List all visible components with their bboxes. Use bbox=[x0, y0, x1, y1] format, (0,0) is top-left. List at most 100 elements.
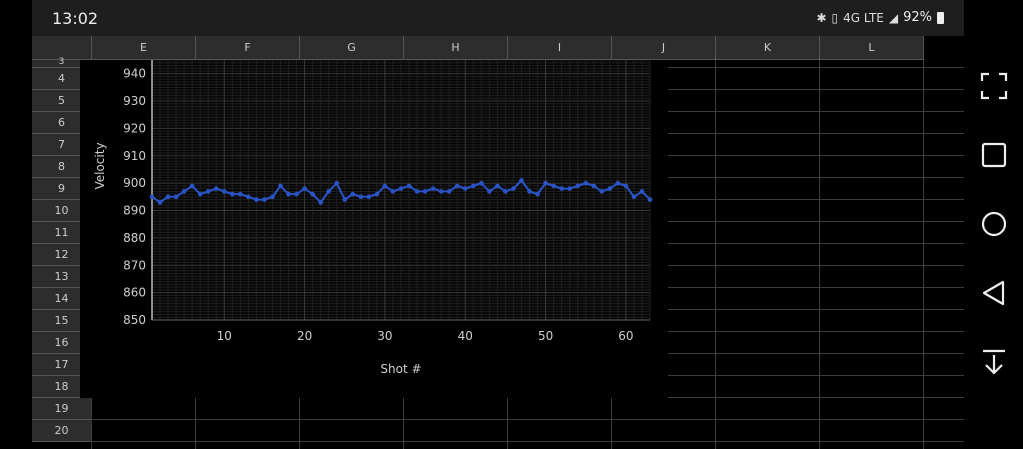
vibrate-icon: ▯ bbox=[831, 10, 839, 25]
battery-percent: 92% bbox=[903, 10, 932, 25]
data-point bbox=[422, 189, 428, 194]
column-line bbox=[715, 60, 716, 449]
data-point bbox=[559, 186, 564, 191]
data-point bbox=[310, 191, 315, 197]
data-point bbox=[157, 200, 163, 205]
column-header-f[interactable]: F bbox=[196, 36, 300, 60]
chart-canvas: 850 860 870 880 890 900 910 920 930 940 10 20 30 40 50… bbox=[93, 60, 653, 376]
data-point bbox=[366, 194, 372, 200]
data-point bbox=[165, 194, 171, 200]
x-tick-label: 10 bbox=[217, 329, 232, 343]
data-point bbox=[543, 180, 548, 186]
data-point bbox=[294, 191, 299, 197]
data-point bbox=[446, 189, 452, 194]
data-point bbox=[631, 194, 637, 200]
data-point bbox=[470, 183, 476, 189]
data-point bbox=[575, 183, 581, 189]
column-header-j[interactable]: J bbox=[612, 36, 716, 60]
data-point bbox=[382, 183, 388, 189]
data-point bbox=[599, 189, 605, 194]
y-tick-label: 850 bbox=[123, 313, 146, 327]
data-point bbox=[519, 178, 524, 183]
data-point bbox=[326, 189, 332, 194]
column-header-g[interactable]: G bbox=[300, 36, 404, 60]
column-header-k[interactable]: K bbox=[716, 36, 820, 60]
data-point bbox=[270, 194, 275, 200]
data-point bbox=[398, 186, 404, 191]
data-point bbox=[230, 191, 235, 197]
fullscreen-icon[interactable] bbox=[978, 70, 1010, 102]
data-point bbox=[414, 189, 420, 194]
data-point bbox=[278, 183, 283, 189]
y-tick-label: 910 bbox=[123, 149, 146, 163]
y-tick-label: 890 bbox=[123, 204, 146, 218]
battery-icon bbox=[937, 11, 944, 24]
column-header-h[interactable]: H bbox=[404, 36, 508, 60]
x-tick-label: 60 bbox=[618, 329, 633, 343]
data-point bbox=[454, 183, 460, 189]
back-icon[interactable] bbox=[978, 277, 1010, 309]
data-point bbox=[254, 197, 259, 202]
bluetooth-icon: ✱ bbox=[816, 10, 827, 25]
data-point bbox=[438, 189, 444, 194]
data-point bbox=[374, 191, 380, 197]
y-tick-label: 860 bbox=[123, 286, 146, 300]
data-point bbox=[213, 186, 219, 191]
data-point bbox=[221, 189, 227, 194]
data-point bbox=[495, 183, 500, 189]
status-bar: 13:02 ✱ ▯ 4G LTE ◢ 92% bbox=[32, 0, 964, 36]
recents-icon[interactable] bbox=[978, 139, 1010, 171]
data-point bbox=[390, 189, 396, 194]
data-point bbox=[607, 186, 613, 191]
velocity-chart[interactable]: 850 860 870 880 890 900 910 920 930 940 10 20 30 40 50… bbox=[80, 60, 668, 398]
y-axis-label: Velocity bbox=[93, 142, 107, 189]
column-line bbox=[923, 60, 924, 449]
data-point bbox=[238, 191, 243, 197]
data-point bbox=[358, 194, 364, 200]
signal-icon: ◢ bbox=[888, 10, 899, 25]
data-point bbox=[479, 180, 484, 186]
column-header-l[interactable]: L bbox=[820, 36, 924, 60]
data-point bbox=[615, 180, 621, 186]
data-point bbox=[342, 197, 348, 202]
y-tick-label: 930 bbox=[123, 94, 146, 108]
data-point bbox=[511, 186, 516, 191]
spreadsheet[interactable]: EFGHIJKL 3 4 5 6 7 8 9 10 11 12 13 14 15 16 17 18 19 20 8… bbox=[32, 36, 964, 449]
row-header-20[interactable]: 20 bbox=[32, 420, 92, 442]
data-point bbox=[246, 194, 251, 200]
status-icons: ✱ ▯ 4G LTE ◢ 92% bbox=[816, 10, 944, 25]
row-header-19[interactable]: 19 bbox=[32, 398, 92, 420]
network-label: 4G LTE bbox=[843, 10, 884, 25]
hide-nav-icon[interactable] bbox=[978, 346, 1010, 378]
data-point bbox=[197, 191, 203, 197]
data-point bbox=[430, 186, 436, 191]
x-tick-label: 20 bbox=[297, 329, 312, 343]
data-point bbox=[302, 186, 307, 191]
data-point bbox=[535, 191, 540, 197]
column-header-e[interactable]: E bbox=[92, 36, 196, 60]
data-point bbox=[181, 189, 187, 194]
column-line bbox=[819, 60, 820, 449]
x-tick-label: 30 bbox=[377, 329, 392, 343]
data-point bbox=[406, 183, 412, 189]
home-icon[interactable] bbox=[978, 208, 1010, 240]
data-point bbox=[286, 191, 291, 197]
row-line bbox=[92, 441, 964, 442]
data-point bbox=[583, 180, 589, 186]
column-header-i[interactable]: I bbox=[508, 36, 612, 60]
data-point bbox=[334, 180, 340, 186]
y-tick-label: 900 bbox=[123, 176, 146, 190]
data-point bbox=[567, 186, 572, 191]
data-point bbox=[551, 183, 556, 189]
clock: 13:02 bbox=[52, 9, 99, 28]
y-tick-label: 920 bbox=[123, 121, 146, 135]
data-point bbox=[503, 189, 508, 194]
data-point bbox=[189, 183, 195, 189]
row-line bbox=[92, 419, 964, 420]
data-point bbox=[350, 191, 356, 197]
y-tick-label: 870 bbox=[123, 258, 146, 272]
data-point bbox=[149, 194, 155, 200]
data-point bbox=[173, 194, 179, 200]
data-point bbox=[318, 200, 323, 205]
y-tick-label: 940 bbox=[123, 67, 146, 81]
